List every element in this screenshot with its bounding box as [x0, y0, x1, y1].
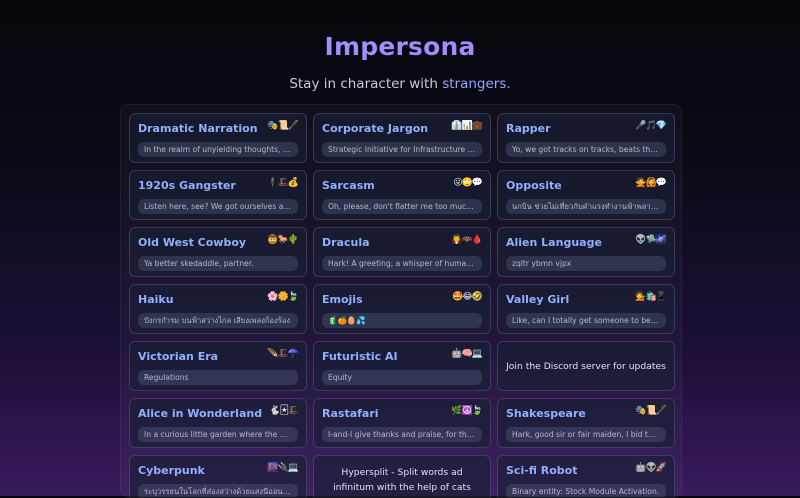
card-emoji-icon: 🎭📜🖋️: [267, 121, 299, 131]
card-emoji-icon: 😜🙄💬: [453, 178, 483, 188]
card-emoji-icon: 🙅🙆💬: [635, 178, 667, 188]
card-opposite[interactable]: Opposite 🙅🙆💬 นกบิน ช่วยไม่เที่ยวกับคำแรง…: [497, 170, 675, 220]
card-sample: In a curious little garden where the flo…: [138, 427, 298, 442]
card-sample: 🧃🍊🥚💦: [322, 313, 482, 328]
card-corporate-jargon[interactable]: Corporate Jargon 👔📊💼 Strategic Initiativ…: [313, 113, 491, 163]
card-sample: Equity: [322, 370, 482, 385]
card-emoji-icon: 🎤🎵💎: [635, 121, 667, 131]
card-cyberpunk[interactable]: Cyberpunk 🌆🔌💻 ระบุวรรธนในโลกที่ส่องสว่าง…: [129, 455, 307, 497]
card-sci-fi-robot[interactable]: Sci-fi Robot 🤖👽🚀 Binary entity: Stock Mo…: [497, 455, 675, 497]
card-emoji-icon: 🤖👽🚀: [635, 463, 667, 473]
card-emoji-icon: 👽🛸🌌: [635, 235, 667, 245]
card-shakespeare[interactable]: Shakespeare 🎭📜🖋️ Hark, good sir or fair …: [497, 398, 675, 448]
card-alice-in-wonderland[interactable]: Alice in Wonderland 🐇🃏🎩 In a curious lit…: [129, 398, 307, 448]
card-title: Rastafari: [322, 407, 379, 420]
subtitle-text: Stay in character with: [289, 76, 443, 92]
card-emoji-icon: 🤖🧠💻: [451, 349, 483, 359]
card-sample: In the realm of unyielding thoughts, a f…: [138, 142, 298, 157]
card-emoji-icon: 🤩😂🤣: [452, 292, 483, 302]
card-title: Valley Girl: [506, 293, 570, 306]
hypersplit-link-card[interactable]: Hypersplit - Split words ad infinitum wi…: [313, 455, 491, 497]
card-sample: Yo, we got tracks on tracks, beats that …: [506, 142, 666, 157]
card-rapper[interactable]: Rapper 🎤🎵💎 Yo, we got tracks on tracks, …: [497, 113, 675, 163]
card-title: Shakespeare: [506, 407, 586, 420]
card-title: Victorian Era: [138, 350, 219, 363]
card-dramatic-narration[interactable]: Dramatic Narration 🎭📜🖋️ In the realm of …: [129, 113, 307, 163]
card-futuristic-ai[interactable]: Futuristic AI 🤖🧠💻 Equity: [313, 341, 491, 391]
card-emoji-icon: 🤠🐎🌵: [267, 235, 299, 245]
card-emoji-icon: 💁🛍️📱: [635, 292, 667, 302]
card-emojis[interactable]: Emojis 🤩😂🤣 🧃🍊🥚💦: [313, 284, 491, 334]
card-1920s-gangster[interactable]: 1920s Gangster 🕴️🎩💰 Listen here, see? We…: [129, 170, 307, 220]
card-emoji-icon: 🌿☮️🍃: [451, 406, 483, 416]
card-title: Dramatic Narration: [138, 122, 258, 135]
card-sample: Hark! A greeting, a whisper of human con…: [322, 256, 482, 271]
hypersplit-link-text: Hypersplit - Split words ad infinitum wi…: [333, 467, 471, 493]
discord-link-text: Join the Discord server for updates: [506, 360, 666, 372]
card-valley-girl[interactable]: Valley Girl 💁🛍️📱 Like, can I totally get…: [497, 284, 675, 334]
card-alien-language[interactable]: Alien Language 👽🛸🌌 zqltr ybmn vjpx: [497, 227, 675, 277]
card-sample: ปังกรกำรม บนฟ้าสว่างไกล เสียงเพลงก้องร้อ…: [138, 313, 298, 328]
card-sample: zqltr ybmn vjpx: [506, 256, 666, 271]
subtitle-accent: strangers.: [442, 76, 511, 92]
card-old-west-cowboy[interactable]: Old West Cowboy 🤠🐎🌵 Ya better skedaddle,…: [129, 227, 307, 277]
card-sample: Regulations: [138, 370, 298, 385]
card-sample: Oh, please, don't flatter me too much! I…: [322, 199, 482, 214]
card-title: Sci-fi Robot: [506, 464, 578, 477]
card-dracula[interactable]: Dracula 🧛🦇🩸 Hark! A greeting, a whisper …: [313, 227, 491, 277]
app-title: Impersona: [0, 32, 800, 61]
card-title: Old West Cowboy: [138, 236, 247, 249]
card-title: Alice in Wonderland: [138, 407, 263, 420]
persona-grid: Dramatic Narration 🎭📜🖋️ In the realm of …: [120, 104, 682, 498]
card-sample: I-and-I give thanks and praise, for the …: [322, 427, 482, 442]
card-emoji-icon: 🌆🔌💻: [267, 463, 299, 473]
card-haiku[interactable]: Haiku 🌸🌼🍃 ปังกรกำรม บนฟ้าสว่างไกล เสียงเ…: [129, 284, 307, 334]
card-sample: Ya better skedaddle, partner.: [138, 256, 298, 271]
card-emoji-icon: 🕴️🎩💰: [267, 178, 299, 188]
app-subtitle: Stay in character with strangers.: [0, 76, 800, 92]
card-sample: นกบิน ช่วยไม่เที่ยวกับคำแรงทำงานฟ้าพลานใ…: [506, 199, 666, 214]
card-rastafari[interactable]: Rastafari 🌿☮️🍃 I-and-I give thanks and p…: [313, 398, 491, 448]
card-emoji-icon: 🌸🌼🍃: [267, 292, 299, 302]
card-title: 1920s Gangster: [138, 179, 236, 192]
card-victorian-era[interactable]: Victorian Era 🪶🎩☂️ Regulations: [129, 341, 307, 391]
card-title: Haiku: [138, 293, 174, 306]
card-title: Futuristic AI: [322, 350, 398, 363]
card-title: Dracula: [322, 236, 370, 249]
card-emoji-icon: 🐇🃏🎩: [269, 406, 299, 416]
card-sample: Listen here, see? We got ourselves a hot…: [138, 199, 298, 214]
card-title: Cyberpunk: [138, 464, 205, 477]
discord-link-card[interactable]: Join the Discord server for updates: [497, 341, 675, 391]
card-title: Sarcasm: [322, 179, 375, 192]
card-title: Alien Language: [506, 236, 602, 249]
card-sarcasm[interactable]: Sarcasm 😜🙄💬 Oh, please, don't flatter me…: [313, 170, 491, 220]
card-sample: Hark, good sir or fair maiden, I bid the…: [506, 427, 666, 442]
card-emoji-icon: 👔📊💼: [451, 121, 483, 131]
card-emoji-icon: 🪶🎩☂️: [267, 349, 299, 359]
card-title: Corporate Jargon: [322, 122, 429, 135]
card-sample: Strategic Initiative for Infrastructure …: [322, 142, 482, 157]
card-emoji-icon: 🧛🦇🩸: [451, 235, 483, 245]
card-emoji-icon: 🎭📜🖋️: [635, 406, 667, 416]
top-decoration: [0, 0, 800, 6]
card-title: Rapper: [506, 122, 551, 135]
card-title: Emojis: [322, 293, 363, 306]
card-sample: Like, can I totally get someone to be my…: [506, 313, 666, 328]
card-title: Opposite: [506, 179, 562, 192]
